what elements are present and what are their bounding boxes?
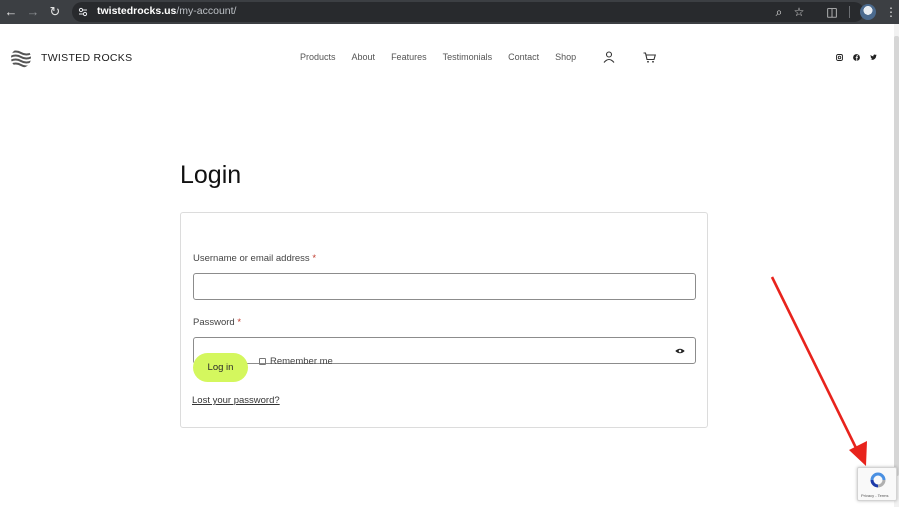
twisted-rocks-logo-icon: [11, 50, 31, 68]
site-logo[interactable]: TWISTED ROCKS: [10, 47, 132, 69]
reload-icon[interactable]: ↻: [47, 3, 63, 21]
nav-item-testimonials[interactable]: Testimonials: [443, 52, 493, 62]
page-viewport: TWISTED ROCKS Products About Features Te…: [0, 24, 899, 507]
password-label-text: Password: [193, 317, 235, 328]
site-info-icon[interactable]: [78, 7, 88, 17]
url-text: twistedrocks.us/my-account/: [97, 5, 236, 17]
profile-avatar[interactable]: [860, 4, 876, 20]
url-host: twistedrocks.us: [97, 5, 177, 17]
remember-me-checkbox[interactable]: Remember me: [259, 356, 333, 367]
zoom-icon[interactable]: ⌕: [771, 3, 787, 21]
nav-item-shop[interactable]: Shop: [555, 52, 576, 62]
nav-item-contact[interactable]: Contact: [508, 52, 539, 62]
username-label: Username or email address *: [193, 253, 316, 264]
checkbox-box[interactable]: [259, 358, 266, 365]
star-icon[interactable]: ☆: [791, 3, 807, 21]
instagram-icon[interactable]: [836, 54, 843, 61]
back-arrow-icon[interactable]: ←: [3, 3, 19, 21]
brand-name: TWISTED ROCKS: [41, 52, 133, 64]
forward-arrow-icon[interactable]: →: [25, 3, 41, 21]
recaptcha-badge[interactable]: Privacy - Terms: [857, 467, 897, 501]
recaptcha-icon: [870, 472, 886, 488]
password-label: Password *: [193, 317, 241, 328]
extensions-icon[interactable]: ◫: [824, 3, 840, 21]
cart-icon[interactable]: [643, 52, 656, 63]
recaptcha-footer-text[interactable]: Privacy - Terms: [861, 493, 888, 498]
page-title: Login: [180, 161, 242, 189]
show-password-eye-icon[interactable]: [675, 348, 685, 354]
twitter-icon[interactable]: [870, 54, 877, 61]
lost-password-link[interactable]: Lost your password?: [192, 395, 280, 406]
username-input[interactable]: [193, 273, 696, 300]
required-mark: *: [237, 317, 242, 328]
nav-item-features[interactable]: Features: [391, 52, 427, 62]
toolbar-divider: [849, 6, 850, 18]
remember-me-label: Remember me: [270, 356, 333, 367]
login-form: Username or email address * Password * L…: [180, 212, 708, 428]
account-icon[interactable]: [603, 51, 615, 63]
nav-item-products[interactable]: Products: [300, 52, 336, 62]
page-scrollbar[interactable]: [894, 24, 899, 507]
main-nav: Products About Features Testimonials Con…: [300, 52, 592, 62]
address-bar[interactable]: twistedrocks.us/my-account/: [72, 2, 864, 22]
login-button[interactable]: Log in: [193, 353, 248, 382]
url-path: /my-account/: [176, 5, 237, 17]
nav-item-about[interactable]: About: [352, 52, 376, 62]
browser-toolbar: ← → ↻ twistedrocks.us/my-account/ ⌕ ☆ ◫ …: [0, 0, 899, 24]
required-mark: *: [312, 253, 317, 264]
facebook-icon[interactable]: [853, 54, 860, 61]
scrollbar-thumb[interactable]: [894, 36, 899, 476]
more-menu-icon[interactable]: ⋮: [883, 3, 899, 21]
username-label-text: Username or email address: [193, 253, 310, 264]
